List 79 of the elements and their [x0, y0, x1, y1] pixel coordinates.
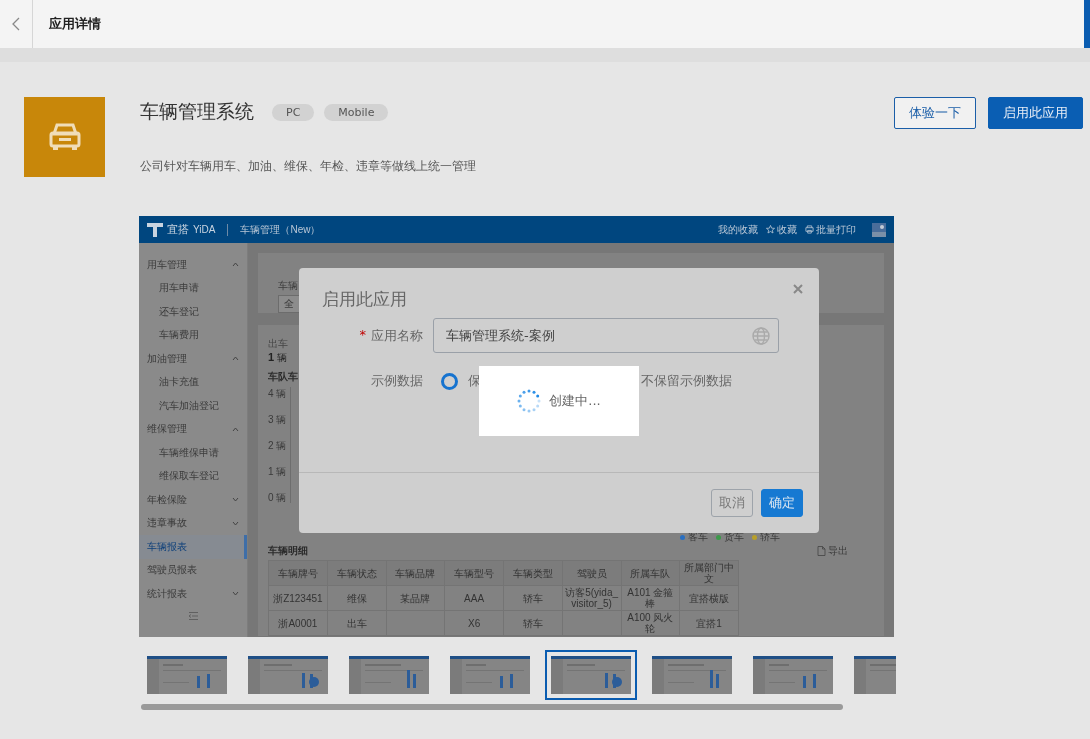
app-name: 车辆管理系统 — [140, 99, 254, 124]
sidebar-item[interactable]: 车辆维保申请 — [139, 441, 247, 465]
axis-label: 1 辆 — [268, 465, 288, 477]
table-cell: 维保 — [327, 585, 386, 611]
logo-icon — [147, 222, 163, 237]
thumbnail[interactable] — [545, 650, 637, 700]
stat-value: 1 — [268, 351, 275, 363]
table-cell: 某品牌 — [386, 585, 445, 611]
sidebar-item[interactable]: 统计报表 — [139, 582, 247, 606]
sidebar-item[interactable]: 用车申请 — [139, 276, 247, 300]
column-header: 驾驶员 — [562, 560, 621, 586]
radio-label[interactable]: 不保留示例数据 — [641, 372, 732, 390]
loading-text: 创建中... — [549, 392, 601, 410]
column-header: 所属部门中文 — [679, 560, 739, 586]
table-cell: 宜搭1 — [679, 610, 739, 636]
chart-title: 车队车 — [268, 370, 298, 384]
axis-label: 2 辆 — [268, 439, 288, 451]
scrollbar[interactable] — [141, 704, 843, 710]
axis-label: 4 辆 — [268, 387, 288, 399]
field-label: 应用名称 — [371, 326, 423, 345]
radio-label[interactable]: 保 — [468, 372, 481, 390]
axis-label: 0 辆 — [268, 491, 288, 503]
sidebar-item[interactable]: 加油管理 — [139, 347, 247, 371]
column-header: 车辆牌号 — [268, 560, 328, 586]
try-button[interactable]: 体验一下 — [894, 97, 976, 129]
sidebar-item[interactable]: 汽车加油登记 — [139, 394, 247, 418]
table-cell: 轿车 — [503, 610, 563, 636]
column-header: 车辆状态 — [327, 560, 386, 586]
table-cell: A101 金箍棒 — [621, 585, 680, 611]
confirm-button[interactable]: 确定 — [761, 489, 803, 517]
brand-name: 宜搭 — [167, 222, 189, 237]
table-cell: X6 — [444, 610, 504, 636]
sidebar-item[interactable]: 年检保险 — [139, 488, 247, 512]
header-link[interactable]: 批量打印 — [816, 222, 856, 237]
sidebar-item[interactable]: 用车管理 — [139, 253, 247, 277]
header-link[interactable]: 我的收藏 — [718, 222, 758, 237]
app-description: 公司针对车辆用车、加油、维保、年检、违章等做线上统一管理 — [140, 158, 477, 175]
table-cell: 宜搭横版 — [679, 585, 739, 611]
filter-label: 车辆 — [278, 279, 298, 293]
platform-tag: PC — [272, 103, 315, 121]
app-name-field[interactable]: 车辆管理系统-案例 — [433, 318, 779, 353]
filter-select[interactable]: 全 — [278, 295, 300, 313]
table-cell: AAA — [444, 585, 504, 611]
file-icon — [817, 546, 826, 556]
sidebar-item[interactable]: 维保管理 — [139, 417, 247, 441]
required-mark: * — [359, 326, 366, 344]
platform-tag: Mobile — [324, 103, 389, 121]
table-cell: 浙Z123451 — [268, 585, 328, 611]
sidebar-item[interactable]: 车辆报表 — [139, 535, 247, 559]
export-button[interactable]: 导出 — [817, 544, 848, 558]
radio-button[interactable] — [441, 372, 458, 390]
sidebar-item[interactable]: 驾驶员报表 — [139, 558, 247, 582]
table-cell: 浙A0001 — [268, 610, 328, 636]
header-link[interactable]: 收藏 — [777, 222, 797, 237]
column-header: 所属车队 — [621, 560, 680, 586]
chevron-icon — [12, 17, 20, 31]
table-cell: 访客5(yida_visitor_5) — [562, 585, 621, 611]
table-title: 车辆明细 — [268, 544, 308, 558]
star-icon — [766, 225, 775, 234]
spinner-icon — [517, 389, 542, 413]
sidebar-item[interactable]: 车辆费用 — [139, 323, 247, 347]
app-icon — [24, 97, 105, 177]
dialog-title: 启用此应用 — [322, 288, 407, 311]
app-title: 车辆管理（New） — [240, 222, 321, 237]
cancel-button[interactable]: 取消 — [711, 489, 753, 517]
sidebar-item[interactable]: 还车登记 — [139, 300, 247, 324]
sidebar-item[interactable]: 油卡充值 — [139, 370, 247, 394]
axis-label: 3 辆 — [268, 413, 288, 425]
sidebar-item[interactable]: 违章事故 — [139, 511, 247, 535]
sidebar-item[interactable]: 维保取车登记 — [139, 464, 247, 488]
page-title: 应用详情 — [49, 15, 101, 33]
enable-app-button[interactable]: 启用此应用 — [988, 97, 1083, 129]
field-label: 示例数据 — [370, 372, 424, 390]
printer-icon — [805, 225, 814, 234]
table-cell: 出车 — [327, 610, 386, 636]
table-cell: 轿车 — [503, 585, 563, 611]
table-cell: A100 风火轮 — [621, 610, 680, 636]
stat-unit: 辆 — [277, 352, 288, 363]
brand-name-latin: YiDA — [193, 224, 216, 235]
